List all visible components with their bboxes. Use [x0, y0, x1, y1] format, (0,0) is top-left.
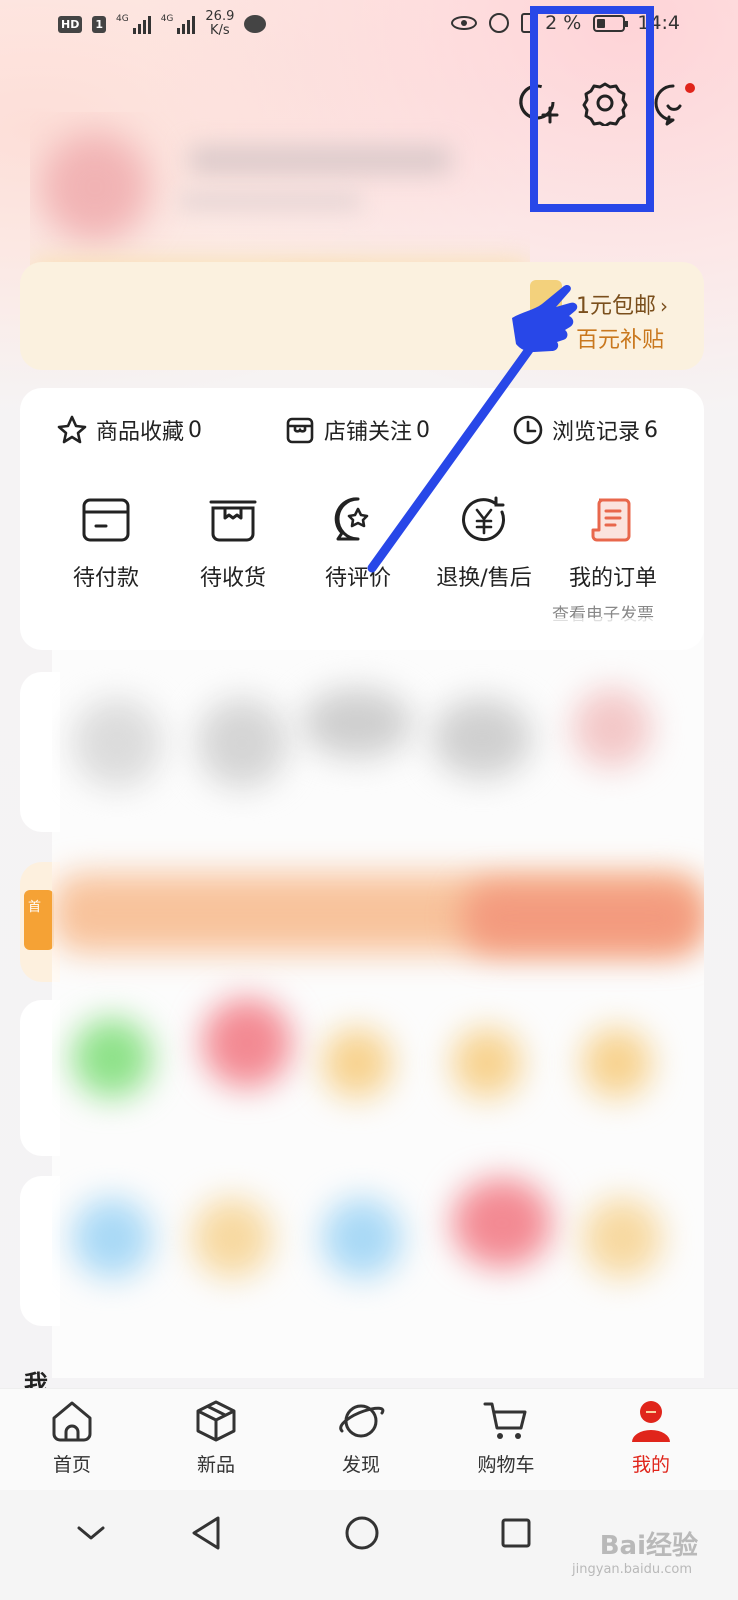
- history-stat[interactable]: 浏览记录 6: [512, 414, 658, 446]
- network-speed: 26.9 K/s: [205, 9, 235, 38]
- favorites-count: 0: [188, 417, 203, 443]
- box-icon: [196, 1400, 236, 1442]
- back-icon[interactable]: [182, 1508, 232, 1558]
- tab-home[interactable]: 首页: [17, 1398, 127, 1477]
- tab-label: 发现: [341, 1454, 380, 1476]
- order-label: 我的订单: [568, 566, 657, 591]
- favorites-stat[interactable]: 商品收藏 0: [56, 414, 202, 446]
- planet-icon: [339, 1404, 385, 1438]
- chevron-right-icon: ›: [660, 294, 668, 318]
- package-icon: [209, 500, 257, 542]
- tab-label: 新品: [196, 1454, 235, 1476]
- blurred-content-area: [52, 618, 704, 1378]
- history-label: 浏览记录: [552, 420, 641, 445]
- favorites-label: 商品收藏: [96, 420, 185, 445]
- signal-icon: 4G: [161, 14, 196, 34]
- chat-notification-icon: [244, 15, 267, 33]
- status-left: HD 1 4G 4G 26.9 K/s: [58, 9, 267, 38]
- order-label: 待评价: [324, 566, 391, 591]
- signal-icon: 4G: [116, 14, 151, 34]
- tab-new[interactable]: 新品: [161, 1398, 271, 1477]
- promo-free-shipping[interactable]: 1元包邮 ›: [576, 288, 668, 320]
- watermark-logo: Bai经验: [599, 1531, 698, 1561]
- ticket-icon: [530, 280, 562, 326]
- wallet-icon: [82, 498, 130, 542]
- order-label: 待收货: [199, 566, 266, 591]
- my-orders[interactable]: 我的订单: [551, 494, 675, 592]
- order-pending-receipt[interactable]: 待收货: [171, 494, 295, 592]
- order-refund-aftersale[interactable]: 退换/售后: [422, 494, 546, 592]
- chevron-down-icon[interactable]: [66, 1508, 116, 1558]
- refund-icon: [462, 496, 505, 542]
- tab-profile[interactable]: 我的: [596, 1398, 706, 1477]
- order-label: 待付款: [72, 566, 139, 591]
- message-icon[interactable]: [652, 80, 698, 126]
- unread-dot: [685, 83, 695, 93]
- alarm-icon: [489, 13, 510, 33]
- hd-badge: HD: [58, 15, 83, 33]
- tab-label: 购物车: [477, 1454, 535, 1476]
- shop-follow-count: 0: [416, 417, 431, 443]
- shop-follow-label: 店铺关注: [324, 420, 413, 445]
- tab-label: 我的: [631, 1454, 670, 1476]
- eye-comfort-icon: [451, 16, 478, 30]
- tab-label: 首页: [52, 1454, 91, 1476]
- order-label: 退换/售后: [436, 566, 532, 591]
- tab-discover[interactable]: 发现: [306, 1398, 416, 1477]
- home-circle-icon[interactable]: [337, 1508, 387, 1558]
- recents-icon[interactable]: [491, 1508, 541, 1558]
- order-list-icon: [591, 498, 631, 542]
- cart-icon: [483, 1402, 527, 1439]
- shop-follow-stat[interactable]: 店铺关注 0: [284, 414, 430, 446]
- star-icon: [57, 415, 87, 444]
- history-count: 6: [644, 417, 659, 443]
- store-icon: [286, 417, 314, 444]
- review-icon: [334, 497, 369, 541]
- sim-badge: 1: [92, 15, 106, 33]
- edge-badge: 首: [24, 890, 54, 950]
- tab-cart[interactable]: 购物车: [451, 1398, 561, 1477]
- home-icon: [52, 1401, 92, 1442]
- watermark-url: jingyan.baidu.com: [572, 1562, 692, 1577]
- order-pending-review[interactable]: 待评价: [296, 494, 420, 592]
- annotation-highlight-box: [530, 6, 654, 212]
- order-pending-payment[interactable]: 待付款: [44, 494, 168, 592]
- clock-icon: [513, 415, 543, 445]
- profile-icon: [632, 1401, 670, 1442]
- promo-subsidy[interactable]: 百元补贴: [576, 322, 664, 354]
